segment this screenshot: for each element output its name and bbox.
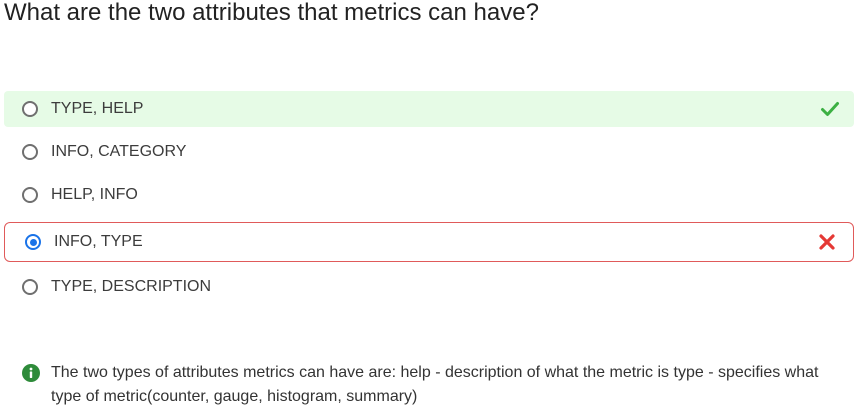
radio-button-selected[interactable]	[25, 234, 41, 250]
option-label: TYPE, DESCRIPTION	[51, 278, 212, 295]
radio-dot	[29, 238, 37, 246]
cross-icon	[819, 234, 835, 250]
info-icon	[22, 364, 40, 382]
radio-button[interactable]	[22, 144, 38, 160]
radio-button[interactable]	[22, 279, 38, 295]
option-type-description[interactable]: TYPE, DESCRIPTION	[4, 269, 854, 305]
option-label: INFO, TYPE	[54, 233, 143, 250]
radio-button[interactable]	[22, 101, 38, 117]
radio-button[interactable]	[22, 187, 38, 203]
option-info-type[interactable]: INFO, TYPE	[4, 222, 854, 262]
quiz-page: What are the two attributes that metrics…	[0, 0, 854, 417]
option-label: HELP, INFO	[51, 186, 138, 203]
option-type-help[interactable]: TYPE, HELP	[4, 91, 854, 127]
question-title: What are the two attributes that metrics…	[4, 0, 539, 26]
explanation-text: The two types of attributes metrics can …	[51, 364, 819, 405]
option-label: TYPE, HELP	[51, 100, 144, 117]
option-help-info[interactable]: HELP, INFO	[4, 177, 854, 213]
check-icon	[821, 102, 839, 116]
option-label: INFO, CATEGORY	[51, 143, 187, 160]
answer-explanation: The two types of attributes metrics can …	[22, 361, 832, 409]
option-info-category[interactable]: INFO, CATEGORY	[4, 134, 854, 170]
